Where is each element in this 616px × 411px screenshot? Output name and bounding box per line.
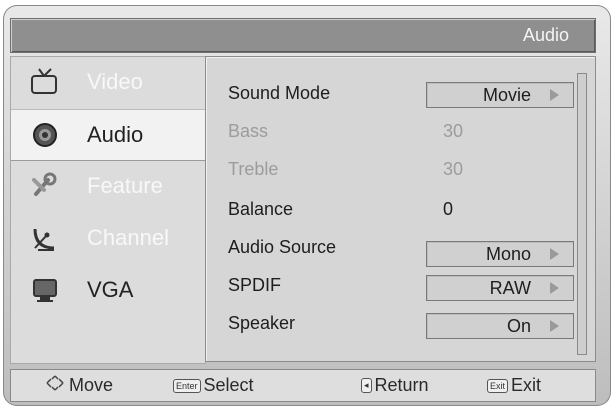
sidebar-item-audio[interactable]: Audio bbox=[11, 109, 205, 161]
tv-icon bbox=[27, 66, 63, 98]
sidebar-item-video[interactable]: Video bbox=[11, 57, 205, 107]
setting-balance[interactable]: Balance 0 bbox=[228, 195, 568, 225]
monitor-icon bbox=[27, 274, 63, 306]
sidebar-item-label: VGA bbox=[87, 277, 134, 302]
return-label: Return bbox=[374, 375, 429, 395]
satellite-icon bbox=[27, 222, 63, 254]
select-value: Movie bbox=[482, 85, 531, 105]
sidebar-item-feature[interactable]: Feature bbox=[11, 161, 205, 211]
sidebar-item-vga[interactable]: VGA bbox=[11, 265, 205, 315]
arrow-right-icon bbox=[550, 320, 559, 332]
select-hint: Enter Select bbox=[173, 375, 254, 396]
setting-spdif[interactable]: SPDIF RAW bbox=[228, 271, 574, 301]
setting-bass[interactable]: Bass 30 bbox=[228, 117, 568, 147]
audio-settings-panel: Sound Mode Movie Bass 30 Treble 30 Balan… bbox=[205, 56, 596, 362]
select-value: On bbox=[506, 316, 531, 336]
audio-source-select[interactable]: Mono bbox=[426, 241, 574, 267]
sound-mode-select[interactable]: Movie bbox=[426, 82, 574, 108]
setting-label: SPDIF bbox=[228, 275, 282, 295]
setting-label: Bass bbox=[228, 121, 269, 141]
select-label: Select bbox=[203, 375, 254, 395]
setting-label: Audio Source bbox=[228, 237, 337, 257]
return-key-icon: ◂ bbox=[361, 378, 372, 393]
sidebar-item-label: Audio bbox=[87, 122, 144, 147]
enter-key-icon: Enter bbox=[173, 378, 201, 393]
setting-audio-source[interactable]: Audio Source Mono bbox=[228, 233, 574, 267]
setting-label: Speaker bbox=[228, 313, 296, 333]
select-value: RAW bbox=[489, 278, 531, 298]
setting-value: 0 bbox=[443, 199, 454, 219]
setting-label: Sound Mode bbox=[228, 83, 331, 103]
setting-speaker[interactable]: Speaker On bbox=[228, 309, 574, 339]
exit-label: Exit bbox=[511, 375, 542, 395]
move-arrows-icon bbox=[45, 375, 65, 396]
return-hint: ◂ Return bbox=[361, 375, 429, 396]
sidebar-item-channel[interactable]: Channel bbox=[11, 213, 205, 263]
spdif-select[interactable]: RAW bbox=[426, 275, 574, 301]
title-bar: Audio bbox=[10, 18, 596, 53]
speaker-icon bbox=[27, 119, 63, 151]
exit-hint: Exit Exit bbox=[487, 375, 541, 396]
footer-hint-bar: Move Enter Select ◂ Return Exit Exit bbox=[10, 369, 596, 402]
select-value: Mono bbox=[485, 244, 531, 264]
setting-label: Balance bbox=[228, 199, 294, 219]
setting-value: 30 bbox=[443, 121, 464, 141]
setting-label: Treble bbox=[228, 159, 279, 179]
setting-sound-mode[interactable]: Sound Mode Movie bbox=[228, 79, 574, 109]
wrench-icon bbox=[27, 170, 63, 202]
arrow-right-icon bbox=[550, 89, 559, 101]
setting-treble[interactable]: Treble 30 bbox=[228, 155, 568, 185]
sidebar-item-label: Feature bbox=[87, 173, 163, 198]
move-label: Move bbox=[69, 375, 114, 395]
exit-key-icon: Exit bbox=[487, 378, 509, 393]
page-title: Audio bbox=[522, 25, 569, 45]
arrow-right-icon bbox=[550, 248, 559, 260]
scrollbar[interactable] bbox=[577, 73, 587, 355]
move-hint: Move bbox=[45, 375, 113, 396]
sidebar: Video Audio Feature Channel VGA bbox=[10, 56, 206, 364]
speaker-select[interactable]: On bbox=[426, 313, 574, 339]
setting-value: 30 bbox=[443, 159, 464, 179]
sidebar-item-label: Channel bbox=[87, 225, 169, 250]
sidebar-item-label: Video bbox=[87, 69, 143, 94]
arrow-right-icon bbox=[550, 282, 559, 294]
